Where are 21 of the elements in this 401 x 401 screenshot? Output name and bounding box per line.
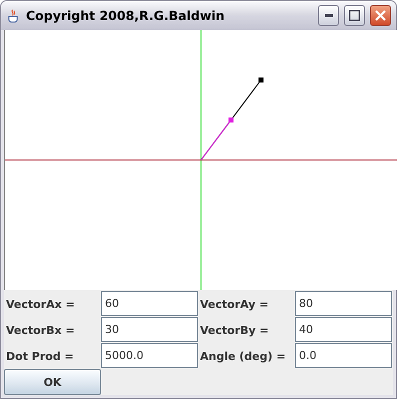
field-label: VectorBx = (5, 324, 76, 336)
vector-b-arrow (200, 117, 234, 160)
field-label: VectorAx = (5, 298, 76, 310)
field-label: VectorAy = (199, 298, 270, 310)
field-label: Angle (deg) = (199, 350, 287, 362)
window-title: Copyright 2008,R.G.Baldwin (26, 8, 226, 23)
close-button[interactable] (370, 4, 391, 26)
number-field[interactable]: 30 (101, 317, 198, 342)
number-field[interactable]: 40 (295, 317, 392, 342)
minimize-button[interactable] (318, 4, 339, 26)
number-field[interactable]: 60 (101, 291, 198, 316)
ok-button[interactable]: OK (4, 369, 101, 395)
number-field[interactable]: 80 (295, 291, 392, 316)
field-label: VectorBy = (199, 324, 270, 336)
maximize-icon (349, 10, 360, 21)
maximize-button[interactable] (344, 4, 365, 26)
field-label: Dot Prod = (5, 350, 75, 362)
close-icon (375, 10, 386, 21)
number-field[interactable]: 5000.0 (101, 343, 198, 368)
minimize-icon (324, 14, 332, 17)
number-field[interactable]: 0.0 (295, 343, 392, 368)
